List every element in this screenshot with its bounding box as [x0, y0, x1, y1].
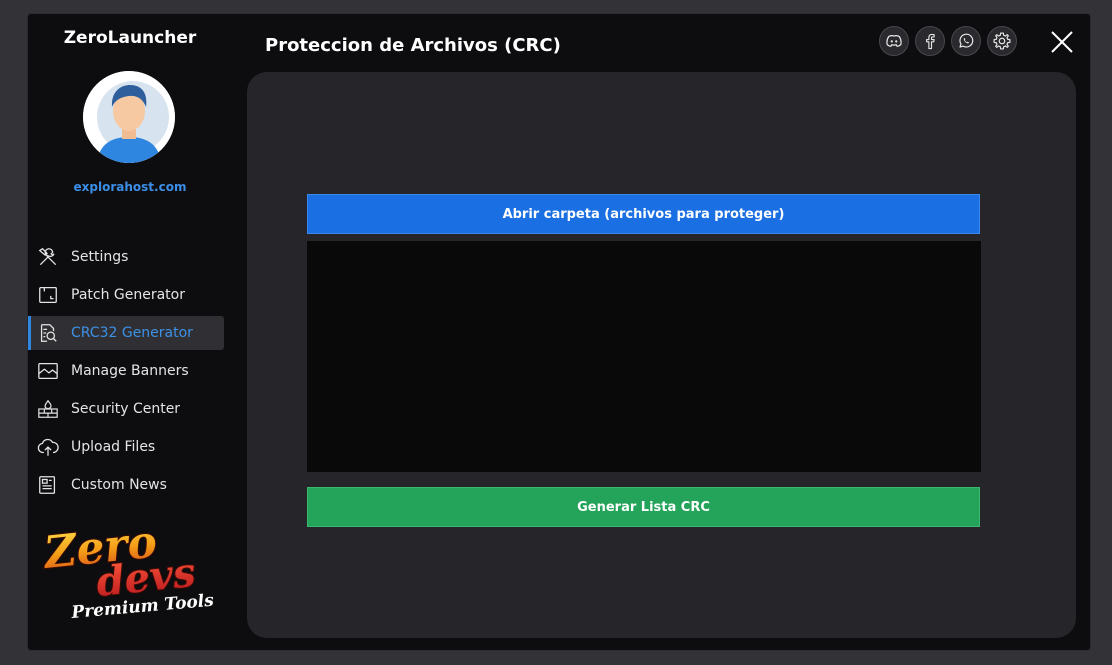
- sidebar-item-custom-news[interactable]: Custom News: [28, 468, 224, 502]
- tools-icon: [36, 245, 60, 269]
- app-title: ZeroLauncher: [63, 28, 197, 48]
- sidebar-item-label: Settings: [71, 249, 129, 265]
- whatsapp-button[interactable]: [951, 26, 981, 56]
- sidebar-item-patch-generator[interactable]: Patch Generator: [28, 278, 224, 312]
- social-buttons: [879, 26, 1017, 56]
- main-panel: Abrir carpeta (archivos para proteger) G…: [247, 72, 1076, 638]
- crc-search-icon: [36, 321, 60, 345]
- site-link[interactable]: explorahost.com: [28, 180, 232, 194]
- settings-button[interactable]: [987, 26, 1017, 56]
- sidebar-item-security-center[interactable]: Security Center: [28, 392, 224, 426]
- open-folder-button[interactable]: Abrir carpeta (archivos para proteger): [307, 194, 980, 234]
- sidebar-item-settings[interactable]: Settings: [28, 240, 224, 274]
- cloud-upload-icon: [36, 435, 60, 459]
- avatar: [83, 71, 175, 163]
- facebook-icon: [926, 33, 935, 50]
- close-button[interactable]: [1046, 26, 1078, 58]
- firewall-icon: [36, 397, 60, 421]
- sidebar-item-label: Manage Banners: [71, 363, 189, 379]
- news-icon: [36, 473, 60, 497]
- sidebar-item-label: Patch Generator: [71, 287, 185, 303]
- facebook-button[interactable]: [915, 26, 945, 56]
- discord-icon: [886, 35, 902, 47]
- sidebar-item-label: Upload Files: [71, 439, 156, 455]
- generate-crc-list-button[interactable]: Generar Lista CRC: [307, 487, 980, 527]
- sidebar-item-manage-banners[interactable]: Manage Banners: [28, 354, 224, 388]
- close-icon: [1051, 31, 1073, 53]
- sidebar-item-upload-files[interactable]: Upload Files: [28, 430, 224, 464]
- discord-button[interactable]: [879, 26, 909, 56]
- zerodevs-logo: Zero devs Premium Tools: [42, 524, 232, 628]
- sidebar: ZeroLauncher explorahost.com Settings Pa…: [28, 14, 246, 650]
- gear-icon: [993, 32, 1011, 50]
- file-list[interactable]: [307, 241, 981, 472]
- page-title: Proteccion de Archivos (CRC): [265, 35, 561, 56]
- app-window: ZeroLauncher explorahost.com Settings Pa…: [27, 13, 1091, 651]
- whatsapp-icon: [959, 33, 974, 48]
- sidebar-item-crc32-generator[interactable]: CRC32 Generator: [28, 316, 224, 350]
- image-icon: [36, 359, 60, 383]
- sidebar-item-label: Custom News: [71, 477, 167, 493]
- sidebar-item-label: Security Center: [71, 401, 181, 417]
- patch-icon: [36, 283, 60, 307]
- sidebar-item-label: CRC32 Generator: [71, 325, 193, 341]
- user-avatar-icon: [83, 71, 175, 163]
- sidebar-nav: Settings Patch Generator CRC32 Generator…: [28, 240, 224, 506]
